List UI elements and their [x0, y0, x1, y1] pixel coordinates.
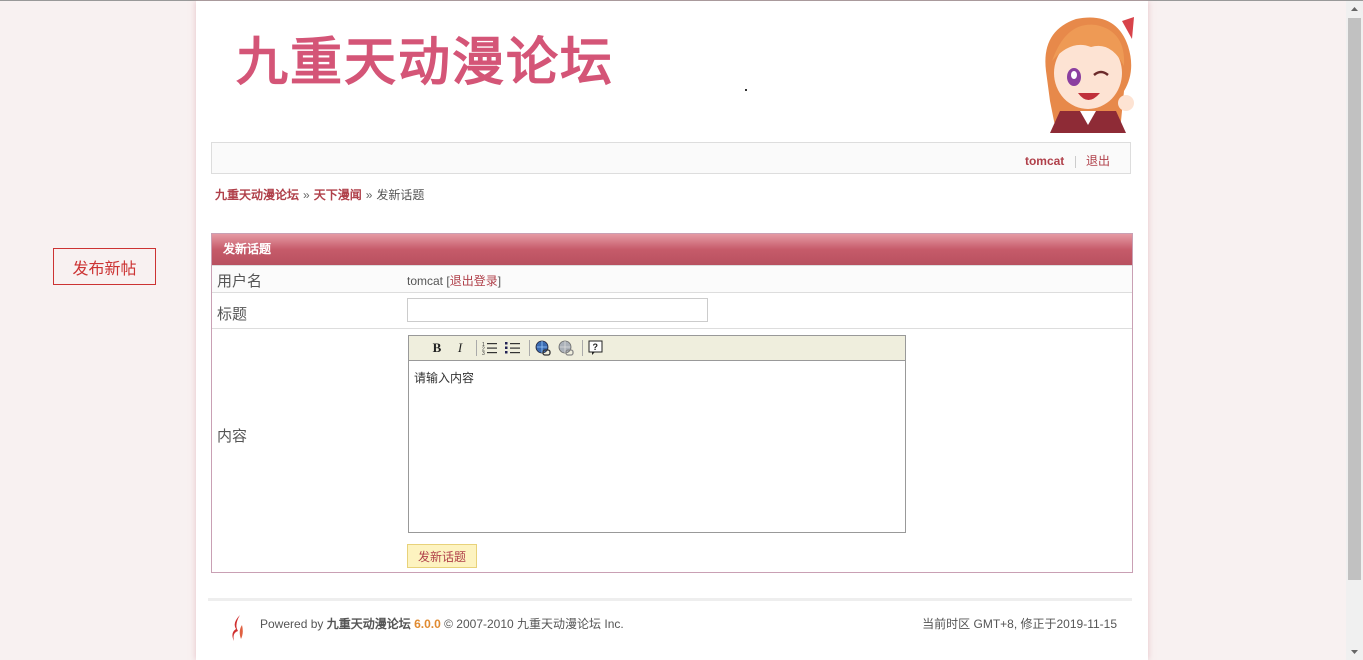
divider — [1074, 155, 1076, 168]
powered-by-text: Powered by — [260, 617, 324, 631]
mascot-image — [1045, 17, 1134, 133]
editor-toolbar: B I 123 ? — [409, 336, 905, 361]
footer-copyright: © 2007-2010 九重天动漫论坛 Inc. — [444, 617, 624, 631]
scroll-down-icon[interactable] — [1346, 643, 1363, 660]
footer-version: 6.0.0 — [414, 617, 441, 631]
logout-login-link[interactable]: 退出登录 — [450, 274, 498, 288]
decorative-dot — [745, 89, 747, 91]
scroll-up-icon[interactable] — [1346, 1, 1363, 18]
forum-container: 九重天动漫论坛 tomcat 退出 九重天动漫论坛» 天下漫闻» 发新话题 发新话题… — [196, 1, 1148, 660]
vertical-scrollbar[interactable] — [1346, 1, 1363, 660]
svg-text:?: ? — [593, 342, 599, 352]
breadcrumb-current: 发新话题 — [376, 188, 425, 202]
svg-text:3: 3 — [482, 351, 485, 355]
logout-link[interactable]: 退出 — [1086, 154, 1110, 168]
username-label: 用户名 — [217, 273, 263, 290]
subject-input[interactable] — [407, 298, 708, 322]
unordered-list-icon[interactable] — [503, 339, 523, 357]
post-new-button[interactable]: 发布新帖 — [53, 248, 156, 285]
username-link[interactable]: tomcat — [1025, 154, 1064, 168]
breadcrumb-separator: » — [303, 188, 310, 202]
content-textarea[interactable]: 请输入内容 — [409, 361, 905, 532]
panel-title: 发新话题 — [212, 234, 1132, 265]
unlink-icon[interactable] — [556, 339, 576, 357]
link-icon[interactable] — [533, 339, 553, 357]
username-text: tomcat — [407, 274, 444, 288]
username-row: 用户名 tomcat [退出登录] — [212, 265, 1132, 292]
footer-divider — [208, 598, 1132, 601]
breadcrumb-forum[interactable]: 天下漫闻 — [314, 188, 362, 202]
forum-logo[interactable]: 九重天动漫论坛 — [236, 37, 614, 89]
ordered-list-icon[interactable]: 123 — [480, 339, 500, 357]
italic-icon[interactable]: I — [450, 339, 470, 357]
breadcrumb-separator: » — [365, 188, 373, 202]
content-row: 内容 B I 123 ? 请输入内容 发新话题 — [212, 328, 1132, 572]
subject-row: 标题 — [212, 292, 1132, 328]
username-value: tomcat [退出登录] — [407, 274, 502, 288]
footer-brand-link[interactable]: 九重天动漫论坛 — [327, 617, 411, 631]
breadcrumb-home[interactable]: 九重天动漫论坛 — [215, 188, 299, 202]
help-icon[interactable]: ? — [586, 339, 606, 357]
breadcrumb: 九重天动漫论坛» 天下漫闻» 发新话题 — [215, 186, 424, 203]
toolbar-divider — [476, 340, 477, 356]
footer-timezone: 当前时区 GMT+8, 修正于2019-11-15 — [922, 617, 1117, 631]
toolbar-divider — [529, 340, 530, 356]
user-bar: tomcat 退出 — [211, 142, 1131, 174]
scroll-thumb[interactable] — [1348, 18, 1361, 580]
submit-topic-button[interactable]: 发新话题 — [407, 544, 477, 568]
bold-icon[interactable]: B — [427, 339, 447, 357]
rich-text-editor: B I 123 ? 请输入内容 — [408, 335, 906, 533]
subject-label: 标题 — [217, 306, 248, 323]
new-topic-panel: 发新话题 用户名 tomcat [退出登录] 标题 内容 B I 123 ? 请… — [211, 233, 1133, 573]
flame-logo-icon — [232, 615, 243, 641]
content-label: 内容 — [217, 428, 248, 445]
toolbar-divider — [582, 340, 583, 356]
footer-powered-by: Powered by 九重天动漫论坛 6.0.0 © 2007-2010 九重天… — [260, 615, 624, 632]
